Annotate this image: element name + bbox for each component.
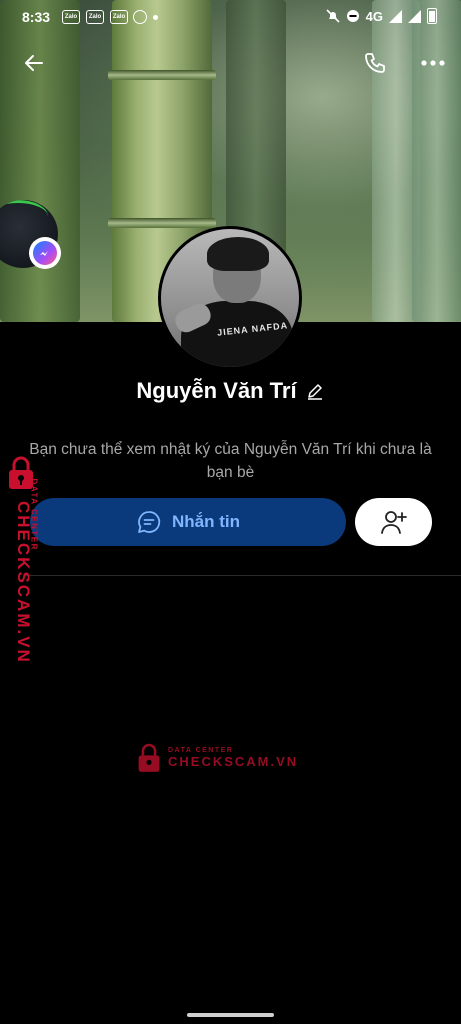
zalo-notification-icon: Zalo (86, 10, 105, 24)
watermark-center-title: CHECKSCAM.VN (168, 754, 299, 769)
signal-icon (389, 9, 402, 23)
status-time: 8:33 (22, 9, 51, 25)
watermark-side-title: CHECKSCAM.VN (14, 501, 33, 664)
more-horizontal-icon (421, 60, 445, 66)
back-button[interactable] (19, 48, 49, 78)
more-notifications-dot-icon (153, 14, 159, 20)
network-type: 4G (365, 8, 383, 24)
more-options-button[interactable] (418, 48, 448, 78)
messenger-icon (33, 241, 57, 265)
avatar-hair (207, 237, 269, 271)
do-not-disturb-icon (346, 10, 359, 22)
battery-icon (427, 8, 437, 24)
send-message-button[interactable]: Nhắn tin (30, 498, 346, 546)
online-ring (0, 200, 48, 233)
edit-name-button[interactable] (305, 381, 325, 401)
watermark-center-text: DATA CENTER CHECKSCAM.VN (168, 747, 298, 769)
section-divider (24, 575, 461, 576)
signal-icon (408, 9, 421, 23)
chat-bubble-icon (138, 511, 161, 533)
watermark-center: DATA CENTER CHECKSCAM.VN (136, 742, 298, 774)
mute-icon (326, 9, 340, 23)
zalo-notification-icon: Zalo (62, 10, 81, 24)
home-indicator[interactable] (187, 1013, 274, 1017)
send-message-label: Nhắn tin (172, 512, 240, 531)
messenger-notification-icon (133, 10, 148, 24)
profile-name-row: Nguyễn Văn Trí (0, 378, 461, 404)
status-bar: 8:33 Zalo Zalo Zalo 4G (0, 0, 461, 34)
add-user-icon (380, 511, 407, 534)
profile-name: Nguyễn Văn Trí (136, 378, 297, 403)
call-button[interactable] (360, 48, 390, 78)
status-right: 4G (326, 8, 437, 24)
lock-icon (138, 743, 160, 772)
profile-avatar[interactable]: JIENA NAFDA (158, 226, 302, 370)
phone-icon (365, 53, 385, 73)
watermark-side: DATA CENTER CHECKSCAM.VN (4, 456, 44, 664)
arrow-left-icon (25, 55, 43, 71)
diary-restriction-notice: Bạn chưa thể xem nhật ký của Nguyễn Văn … (29, 441, 432, 481)
pencil-icon (307, 384, 322, 400)
add-friend-button[interactable] (355, 498, 432, 546)
messenger-badge (29, 237, 61, 269)
zalo-notification-icon: Zalo (110, 10, 129, 24)
watermark-center-subtitle: DATA CENTER (168, 747, 234, 754)
bamboo-node (108, 70, 216, 80)
bamboo-node (108, 218, 216, 228)
